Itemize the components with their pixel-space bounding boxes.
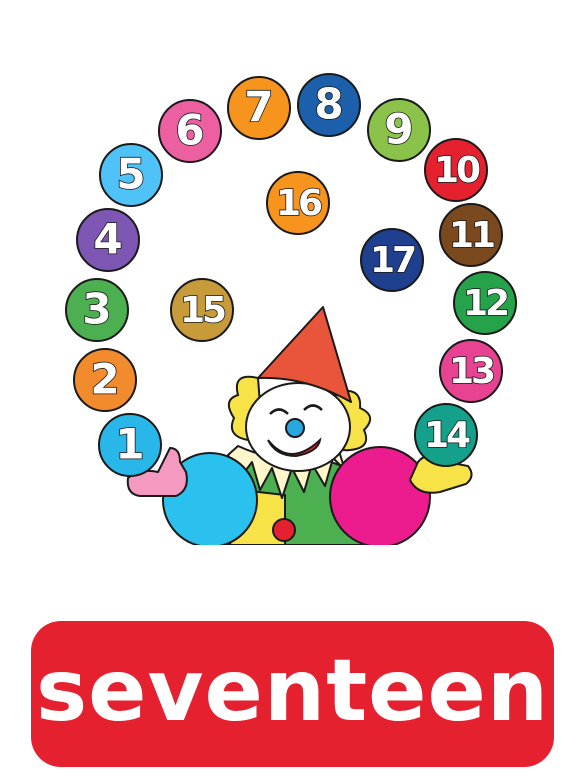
number-ball-label: 5 (116, 150, 145, 199)
number-ball-label: 1 (115, 420, 144, 469)
number-ball-label: 6 (175, 106, 204, 155)
number-ball-15: 15 (170, 278, 234, 342)
number-ball-label: 15 (180, 290, 225, 331)
number-ball-7: 7 (227, 76, 291, 140)
number-ball-label: 13 (449, 351, 494, 392)
number-ball-16: 16 (266, 171, 330, 235)
clown-button (272, 518, 296, 542)
number-ball-label: 7 (244, 83, 273, 132)
number-ball-8: 8 (297, 73, 361, 137)
word-banner: seventeen (31, 621, 554, 767)
number-ball-1: 1 (98, 413, 162, 477)
number-ball-label: 16 (276, 183, 322, 224)
scene-bottom-mask (100, 545, 500, 600)
number-ball-13: 13 (439, 339, 503, 403)
number-ball-label: 14 (424, 415, 470, 456)
number-ball-label: 3 (82, 285, 111, 334)
number-ball-9: 9 (367, 98, 431, 162)
number-ball-label: 12 (463, 283, 507, 324)
number-ball-4: 4 (76, 208, 140, 272)
number-ball-label: 11 (449, 215, 494, 256)
number-ball-2: 2 (73, 348, 137, 412)
big-ball-right (329, 446, 431, 548)
number-ball-label: 8 (314, 80, 343, 129)
number-ball-6: 6 (158, 99, 222, 163)
number-ball-label: 2 (90, 355, 119, 404)
number-ball-label: 4 (93, 215, 122, 264)
number-ball-14: 14 (414, 403, 478, 467)
clown-nose (285, 418, 305, 438)
number-ball-17: 17 (360, 228, 424, 292)
number-ball-label: 9 (384, 105, 413, 154)
number-ball-label: 10 (434, 150, 480, 191)
number-ball-label: 17 (370, 240, 415, 281)
number-ball-11: 11 (439, 203, 503, 267)
number-ball-10: 10 (424, 138, 488, 202)
number-ball-3: 3 (65, 278, 129, 342)
number-ball-5: 5 (99, 143, 163, 207)
clown-illustration: 123456 7 891011121314151617 (65, 73, 517, 600)
number-ball-12: 12 (453, 271, 517, 335)
number-word: seventeen (35, 641, 550, 741)
